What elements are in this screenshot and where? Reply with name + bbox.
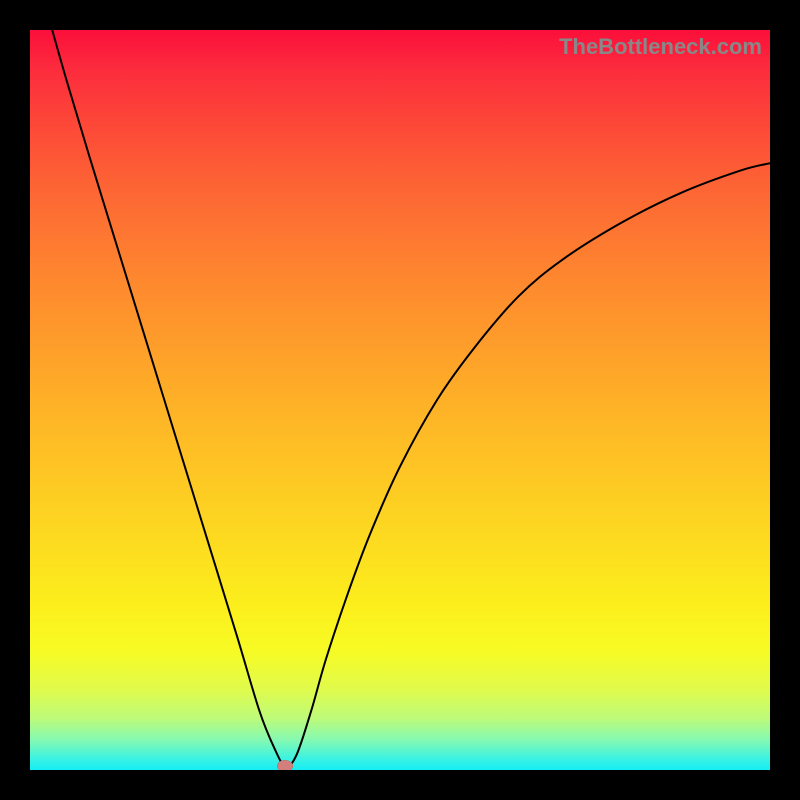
minimum-marker-icon	[277, 760, 293, 770]
bottleneck-curve	[30, 30, 770, 770]
chart-frame: TheBottleneck.com	[0, 0, 800, 800]
watermark-text: TheBottleneck.com	[559, 34, 762, 60]
chart-plot-area: TheBottleneck.com	[30, 30, 770, 770]
